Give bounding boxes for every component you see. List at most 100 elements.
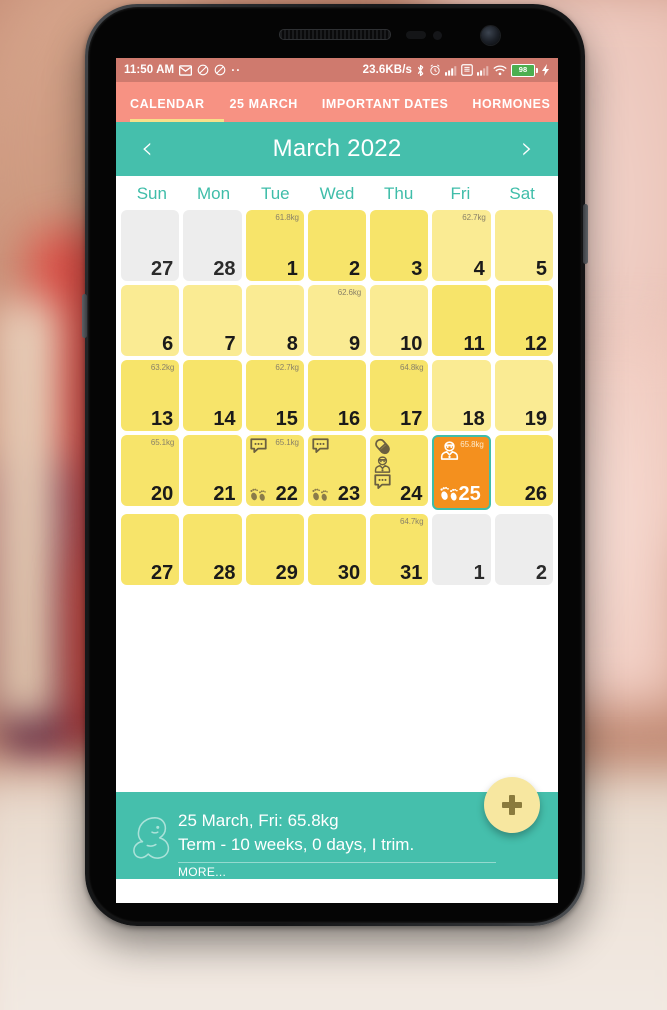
status-time: 11:50 AM	[124, 64, 175, 76]
app-screen: 11:50 AM ·· 23.6KB/s 98 CALENDAR 25 MARC…	[116, 58, 558, 903]
calendar-day-cell[interactable]: 65.1kg 20	[121, 435, 180, 506]
summary-weight-line: 25 March, Fri: 65.8kg	[178, 811, 339, 830]
calendar-day-cell[interactable]: 30	[307, 514, 367, 585]
power-button[interactable]	[583, 204, 588, 264]
day-number: 16	[337, 408, 361, 430]
tab-important-dates[interactable]: IMPORTANT DATES	[322, 97, 449, 122]
weekday-sun: Sun	[136, 184, 167, 203]
weekday-tue: Tue	[260, 184, 290, 203]
plus-icon	[501, 794, 523, 816]
calendar-day-cell[interactable]: 6	[121, 285, 180, 356]
day-number: 6	[162, 333, 174, 355]
calendar-day-cell[interactable]: 2	[494, 514, 553, 585]
note-icon	[374, 474, 391, 491]
signal-2-icon	[477, 65, 489, 76]
volume-button[interactable]	[82, 294, 87, 338]
status-bar: 11:50 AM ·· 23.6KB/s 98	[116, 58, 558, 82]
add-entry-fab[interactable]	[484, 777, 540, 833]
day-weight-label: 65.1kg	[275, 438, 299, 447]
proximity-sensor-icon	[406, 31, 426, 39]
day-number: 27	[151, 562, 174, 584]
battery-percent: 98	[518, 65, 528, 75]
day-number: 17	[400, 408, 423, 430]
tab-hormones[interactable]: HORMONES	[472, 97, 550, 122]
day-weight-label: 65.1kg	[150, 438, 175, 447]
wifi-icon	[493, 64, 507, 76]
calendar-day-cell[interactable]: 62.7kg 15	[245, 360, 304, 431]
day-number: 28	[213, 258, 236, 280]
month-title: March 2022	[272, 135, 402, 162]
baby-feet-icon	[312, 486, 329, 503]
calendar-day-cell[interactable]: 23	[307, 435, 367, 506]
calendar-day-cell[interactable]: 8	[245, 285, 304, 356]
calendar-day-cell[interactable]: 2	[307, 210, 367, 281]
day-number: 21	[213, 483, 236, 505]
pill-icon	[374, 438, 391, 455]
day-number: 31	[400, 562, 423, 584]
day-summary-text: 25 March, Fri: 65.8kg Term - 10 weeks, 0…	[178, 809, 414, 857]
calendar-day-cell[interactable]: 16	[307, 360, 367, 431]
calendar-day-cell[interactable]: 28	[183, 514, 242, 585]
calendar-day-cell[interactable]: 7	[183, 285, 242, 356]
calendar-day-cell[interactable]: 64.8kg 17	[370, 360, 429, 431]
doctor-icon	[374, 456, 391, 473]
alarm-icon	[429, 64, 441, 76]
day-weight-label: 62.7kg	[275, 363, 299, 372]
day-number: 8	[286, 333, 298, 355]
calendar-day-cell[interactable]: 10	[370, 285, 429, 356]
calendar-day-cell[interactable]: 12	[494, 285, 553, 356]
day-number: 9	[349, 333, 361, 355]
day-number: 18	[462, 408, 485, 430]
month-navigation-bar: ‹ March 2022 ›	[116, 122, 558, 176]
calendar-day-cell[interactable]: 62.7kg 4	[432, 210, 491, 281]
calendar-day-cell[interactable]: 19	[494, 360, 553, 431]
calendar-day-cell[interactable]: 63.2kg 13	[121, 360, 180, 431]
day-number: 2	[349, 258, 361, 280]
fetus-icon	[132, 814, 174, 864]
day-number: 14	[213, 408, 236, 430]
empty-area	[116, 585, 558, 792]
calendar-day-cell[interactable]: 61.8kg 1	[245, 210, 304, 281]
calendar-day-cell[interactable]: 18	[432, 360, 491, 431]
day-number: 5	[535, 258, 547, 280]
day-number: 22	[275, 483, 298, 505]
note-icon	[312, 438, 329, 455]
sd-card-icon	[461, 64, 473, 76]
overflow-dots-icon: ··	[231, 63, 242, 77]
signal-icon	[445, 65, 457, 76]
calendar-day-cell[interactable]: 1	[432, 514, 491, 585]
weekday-mon: Mon	[197, 184, 231, 203]
previous-month-button[interactable]: ‹	[132, 134, 162, 164]
phone-device: 11:50 AM ·· 23.6KB/s 98 CALENDAR 25 MARC…	[82, 4, 588, 926]
calendar-day-cell[interactable]: 62.6kg 9	[307, 285, 367, 356]
calendar-day-cell[interactable]: 21	[183, 435, 242, 506]
next-month-button[interactable]: ›	[512, 134, 542, 164]
calendar-day-cell[interactable]: 27	[121, 210, 180, 281]
calendar-day-cell[interactable]: 28	[183, 210, 242, 281]
calendar-day-cell[interactable]: 27	[121, 514, 180, 585]
calendar-day-cell[interactable]: 24	[370, 435, 429, 506]
more-link[interactable]: MORE...	[178, 865, 226, 879]
calendar-day-cell[interactable]: 64.7kg 31	[370, 514, 429, 585]
day-number: 13	[151, 408, 174, 430]
calendar-day-cell[interactable]: 14	[183, 360, 242, 431]
calendar-day-cell[interactable]: 3	[370, 210, 429, 281]
doctor-icon	[440, 441, 459, 460]
calendar-day-cell[interactable]: 65.1kg 22	[245, 435, 304, 506]
calendar-day-cell[interactable]: 29	[245, 514, 304, 585]
day-number: 30	[337, 562, 361, 584]
day-number: 12	[524, 333, 547, 355]
day-number: 25	[458, 483, 481, 505]
summary-divider	[178, 862, 496, 863]
tab-selected-indicator	[130, 119, 224, 122]
tab-25-march[interactable]: 25 MARCH	[230, 97, 298, 122]
calendar-day-cell[interactable]: 26	[494, 435, 553, 506]
calendar-day-cell[interactable]: 11	[432, 285, 491, 356]
calendar-day-cell[interactable]: 65.8kg 25	[432, 435, 491, 510]
day-weight-label: 62.6kg	[337, 288, 362, 297]
light-sensor-icon	[433, 31, 442, 40]
front-camera-icon	[481, 26, 500, 45]
day-weight-label: 64.8kg	[400, 363, 424, 372]
calendar-day-cell[interactable]: 5	[494, 210, 553, 281]
day-number: 26	[524, 483, 547, 505]
